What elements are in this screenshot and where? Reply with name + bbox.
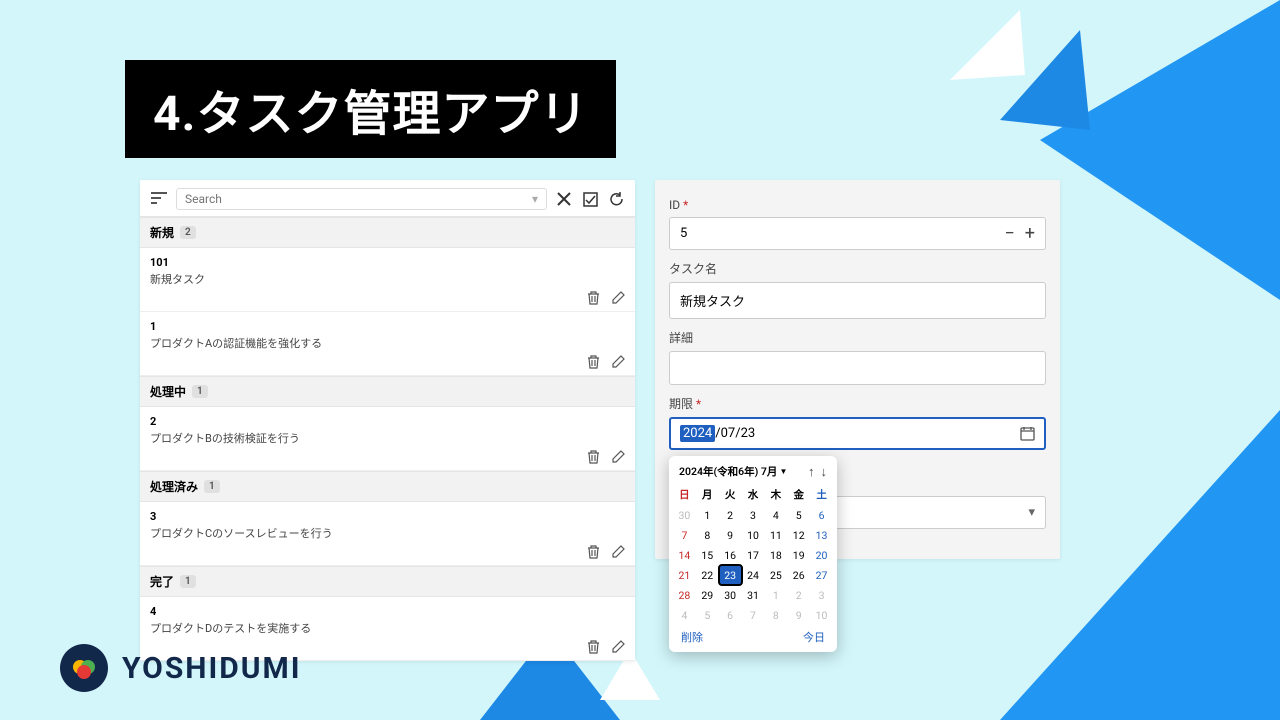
toolbar: ▾: [140, 180, 635, 217]
section-header: 完了1: [140, 566, 635, 597]
day-cell[interactable]: 28: [673, 585, 696, 605]
prev-month-icon[interactable]: ↑: [808, 464, 815, 480]
day-cell[interactable]: 7: [742, 605, 765, 625]
day-cell[interactable]: 8: [764, 605, 787, 625]
day-cell[interactable]: 9: [787, 605, 810, 625]
day-cell[interactable]: 1: [696, 505, 719, 525]
checkbox-icon[interactable]: [581, 190, 599, 208]
datepicker: 2024年(令和6年) 7月▼ ↑ ↓ 日月火水木金土3012345678910…: [669, 456, 837, 652]
delete-icon[interactable]: [587, 291, 601, 305]
day-cell[interactable]: 3: [742, 505, 765, 525]
day-cell[interactable]: 24: [742, 565, 765, 585]
day-cell[interactable]: 10: [742, 525, 765, 545]
edit-icon[interactable]: [611, 355, 625, 369]
minus-icon: −: [1004, 227, 1014, 241]
task-item[interactable]: 2プロダクトBの技術検証を行う: [140, 407, 635, 471]
section-header: 処理中1: [140, 376, 635, 407]
day-cell[interactable]: 3: [810, 585, 833, 605]
day-cell[interactable]: 6: [719, 605, 742, 625]
day-cell[interactable]: 20: [810, 545, 833, 565]
dow: 日: [673, 484, 696, 505]
datepicker-delete[interactable]: 削除: [681, 629, 703, 645]
delete-icon[interactable]: [587, 640, 601, 654]
deadline-label: 期限: [669, 395, 1046, 412]
search-input[interactable]: ▾: [176, 188, 547, 210]
datepicker-today[interactable]: 今日: [803, 629, 825, 645]
day-cell[interactable]: 29: [696, 585, 719, 605]
dow: 火: [719, 484, 742, 505]
day-cell[interactable]: 25: [764, 565, 787, 585]
edit-icon[interactable]: [611, 450, 625, 464]
day-cell[interactable]: 4: [764, 505, 787, 525]
deadline-field[interactable]: 2024/07/23: [669, 417, 1046, 450]
dow: 月: [696, 484, 719, 505]
day-cell[interactable]: 14: [673, 545, 696, 565]
section-header: 新規2: [140, 217, 635, 248]
name-field[interactable]: 新規タスク: [669, 282, 1046, 319]
dow: 木: [764, 484, 787, 505]
id-stepper[interactable]: −+: [1004, 227, 1035, 241]
detail-field[interactable]: [669, 351, 1046, 385]
day-cell[interactable]: 23: [719, 565, 742, 585]
delete-icon[interactable]: [587, 545, 601, 559]
task-item[interactable]: 1プロダクトAの認証機能を強化する: [140, 312, 635, 376]
day-cell[interactable]: 10: [810, 605, 833, 625]
day-cell[interactable]: 17: [742, 545, 765, 565]
day-cell[interactable]: 5: [787, 505, 810, 525]
day-cell[interactable]: 27: [810, 565, 833, 585]
detail-label: 詳細: [669, 329, 1046, 346]
refresh-icon[interactable]: [607, 190, 625, 208]
dow: 土: [810, 484, 833, 505]
edit-icon[interactable]: [611, 640, 625, 654]
datepicker-month[interactable]: 2024年(令和6年) 7月▼: [679, 466, 787, 479]
day-cell[interactable]: 30: [719, 585, 742, 605]
id-field[interactable]: 5 −+: [669, 217, 1046, 250]
day-cell[interactable]: 15: [696, 545, 719, 565]
delete-icon[interactable]: [587, 450, 601, 464]
next-month-icon[interactable]: ↓: [821, 464, 828, 480]
day-cell[interactable]: 19: [787, 545, 810, 565]
id-label: ID: [669, 198, 1046, 212]
sort-icon[interactable]: [150, 190, 168, 208]
dow: 金: [787, 484, 810, 505]
section-header: 処理済み1: [140, 471, 635, 502]
day-cell[interactable]: 5: [696, 605, 719, 625]
task-list-panel: ▾ 新規2101新規タスク1プロダクトAの認証機能を強化する処理中12プロダクト…: [140, 180, 635, 661]
edit-icon[interactable]: [611, 545, 625, 559]
day-cell[interactable]: 30: [673, 505, 696, 525]
delete-icon[interactable]: [587, 355, 601, 369]
day-cell[interactable]: 4: [673, 605, 696, 625]
task-item[interactable]: 101新規タスク: [140, 248, 635, 312]
day-cell[interactable]: 31: [742, 585, 765, 605]
day-cell[interactable]: 22: [696, 565, 719, 585]
day-cell[interactable]: 26: [787, 565, 810, 585]
name-label: タスク名: [669, 260, 1046, 277]
task-item[interactable]: 3プロダクトCのソースレビューを行う: [140, 502, 635, 566]
plus-icon: +: [1025, 227, 1035, 241]
day-cell[interactable]: 21: [673, 565, 696, 585]
day-cell[interactable]: 9: [719, 525, 742, 545]
brand-logo: YOSHIDUMI: [60, 644, 302, 692]
day-cell[interactable]: 7: [673, 525, 696, 545]
day-cell[interactable]: 16: [719, 545, 742, 565]
day-cell[interactable]: 12: [787, 525, 810, 545]
day-cell[interactable]: 8: [696, 525, 719, 545]
day-cell[interactable]: 6: [810, 505, 833, 525]
clear-icon[interactable]: [555, 190, 573, 208]
day-cell[interactable]: 2: [787, 585, 810, 605]
page-title: 4.タスク管理アプリ: [125, 60, 616, 158]
edit-icon[interactable]: [611, 291, 625, 305]
day-cell[interactable]: 18: [764, 545, 787, 565]
day-cell[interactable]: 1: [764, 585, 787, 605]
day-cell[interactable]: 2: [719, 505, 742, 525]
calendar-icon[interactable]: [1020, 426, 1035, 441]
day-cell[interactable]: 13: [810, 525, 833, 545]
dow: 水: [742, 484, 765, 505]
day-cell[interactable]: 11: [764, 525, 787, 545]
